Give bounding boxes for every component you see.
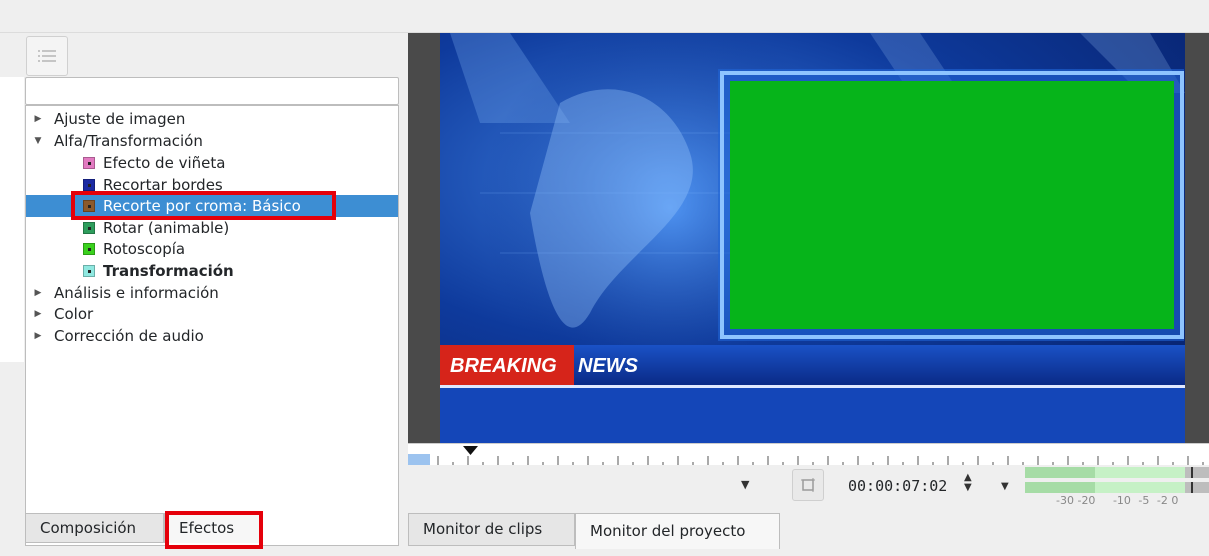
collapsed-arrow-icon[interactable]: ▶ [32, 303, 44, 325]
tree-item-color[interactable]: ▶ Color [26, 303, 398, 325]
effect-color-icon [83, 200, 95, 212]
tree-item-label: Alfa/Transformación [54, 132, 203, 150]
timecode-display[interactable]: 00:00:07:02 [848, 477, 947, 495]
crop-button[interactable] [792, 469, 824, 501]
tree-item-efecto-de-vineta[interactable]: Efecto de viñeta [26, 152, 398, 174]
effect-color-icon [83, 157, 95, 169]
top-toolbar [0, 0, 1209, 33]
video-preview: BREAKING NEWS [440, 33, 1185, 443]
effect-color-icon [83, 243, 95, 255]
effect-color-icon [83, 222, 95, 234]
tree-item-recortar-bordes[interactable]: Recortar bordes [26, 174, 398, 196]
spin-arrows-icon[interactable]: ▲ ▼ [964, 473, 972, 493]
tree-item-label: Ajuste de imagen [54, 110, 186, 128]
volume-menu-icon[interactable]: ▼ [1001, 481, 1009, 492]
effects-tree: ▶ Ajuste de imagen ▼ Alfa/Transformación… [25, 105, 399, 546]
meter-tick-label: -10 [1112, 494, 1131, 507]
tab-composicion[interactable]: Composición [25, 513, 164, 543]
tree-item-label: Rotoscopía [103, 240, 186, 258]
tree-item-label: Recortar bordes [103, 176, 223, 194]
breaking-text: BREAKING [450, 355, 557, 377]
audio-meter-left [1025, 467, 1209, 478]
tree-item-label: Transformación [103, 262, 234, 280]
project-monitor-panel: BREAKING NEWS ▼ 00:00:07:02 ▲ ▼ ▼ -30 -2… [408, 33, 1209, 556]
monitor-tabs: Monitor de clips Monitor del proyecto [408, 513, 1209, 549]
playhead-marker[interactable] [463, 446, 478, 455]
effects-panel: ▶ Ajuste de imagen ▼ Alfa/Transformación… [0, 33, 405, 556]
collapsed-arrow-icon[interactable]: ▶ [32, 282, 44, 304]
meter-tick-label: -20 [1077, 494, 1096, 507]
video-frame: BREAKING NEWS [440, 33, 1185, 443]
monitor-ruler[interactable] [408, 443, 1209, 466]
tab-monitor-de-clips[interactable]: Monitor de clips [408, 513, 575, 546]
audio-meter-right [1025, 482, 1209, 493]
tree-item-label: Rotar (animable) [103, 219, 230, 237]
tree-item-alfa-transformacion[interactable]: ▼ Alfa/Transformación [26, 130, 398, 152]
left-strip [0, 77, 24, 362]
monitor-controls: ▼ 00:00:07:02 ▲ ▼ ▼ -30 -20 -10 -5 -2 0 [408, 465, 1209, 513]
effects-search-input[interactable] [25, 77, 399, 105]
effect-color-icon [83, 179, 95, 191]
tree-item-label: Recorte por croma: Básico [103, 197, 301, 215]
meter-tick-label: -2 [1156, 494, 1168, 507]
tab-monitor-del-proyecto[interactable]: Monitor del proyecto [575, 513, 780, 549]
expanded-arrow-icon[interactable]: ▼ [32, 130, 44, 152]
tree-item-ajuste-de-imagen[interactable]: ▶ Ajuste de imagen [26, 108, 398, 130]
meter-tick-label: 0 [1171, 494, 1179, 507]
tree-item-transformacion[interactable]: Transformación [26, 260, 398, 282]
tree-item-label: Color [54, 305, 94, 323]
collapsed-arrow-icon[interactable]: ▶ [32, 108, 44, 130]
dropdown-arrow-icon[interactable]: ▼ [741, 478, 749, 491]
menu-icon[interactable] [26, 36, 68, 76]
tree-item-recorte-por-croma[interactable]: Recorte por croma: Básico [26, 195, 398, 217]
tab-efectos[interactable]: Efectos [164, 513, 262, 543]
meter-tick-label: -5 [1138, 494, 1150, 507]
tree-item-label: Análisis e información [54, 284, 219, 302]
meter-scale: -30 -20 -10 -5 -2 0 [1056, 494, 1178, 507]
ruler-ticks [408, 446, 1204, 466]
effect-color-icon [83, 265, 95, 277]
list-icon [38, 50, 56, 62]
tree-item-analisis[interactable]: ▶ Análisis e información [26, 282, 398, 304]
meter-tick-label: -30 [1056, 494, 1074, 507]
crop-icon [801, 478, 815, 492]
tree-item-correccion-audio[interactable]: ▶ Corrección de audio [26, 325, 398, 347]
tree-item-rotar-animable[interactable]: Rotar (animable) [26, 217, 398, 239]
tree-item-rotoscopia[interactable]: Rotoscopía [26, 238, 398, 260]
news-text: NEWS [578, 355, 639, 377]
tree-item-label: Efecto de viñeta [103, 154, 226, 172]
collapsed-arrow-icon[interactable]: ▶ [32, 325, 44, 347]
tree-item-label: Corrección de audio [54, 327, 204, 345]
